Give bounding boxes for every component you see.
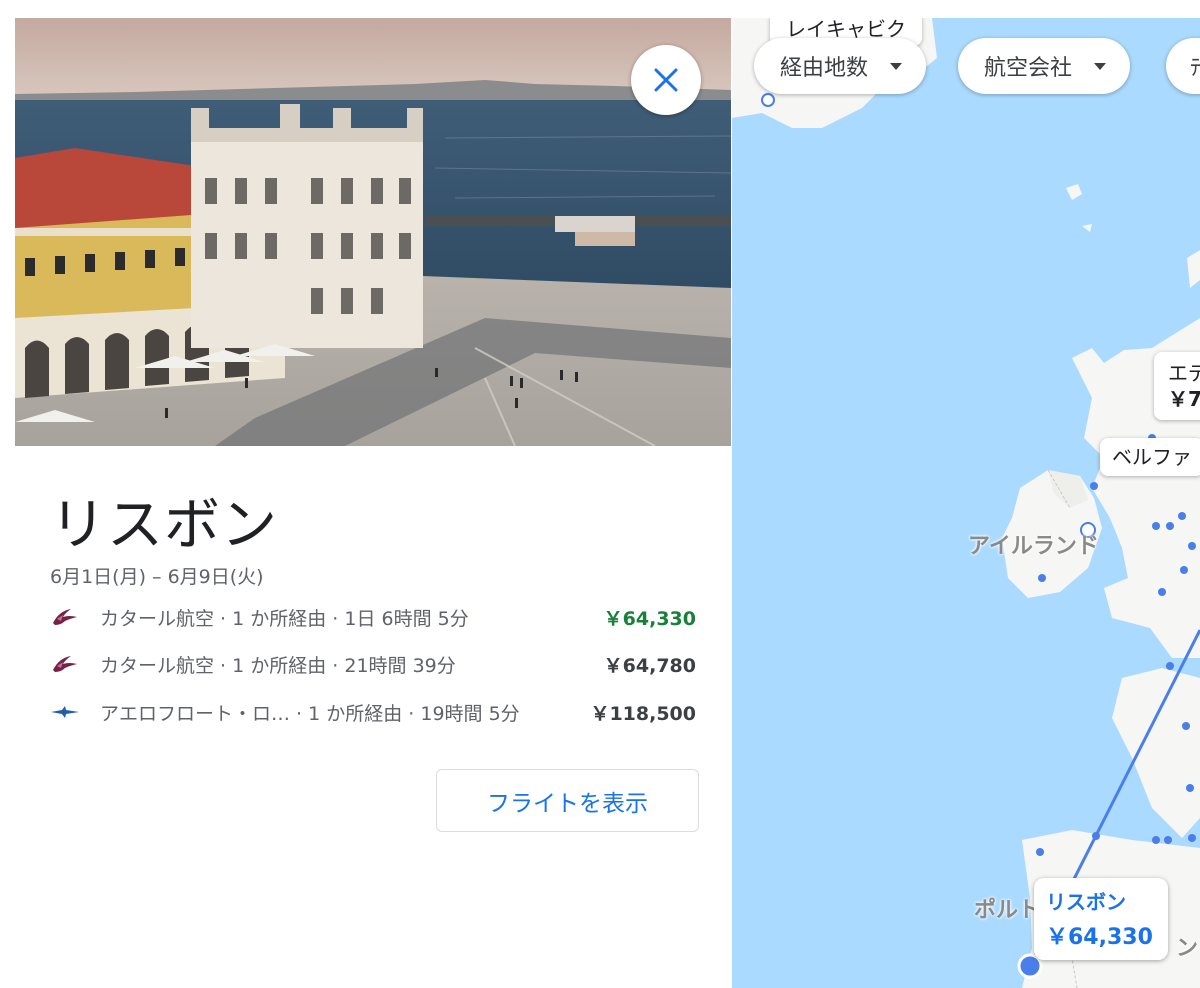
flight-summary: カタール航空 · 1 か所経由 · 21時間 39分	[100, 654, 456, 677]
destination-price: ￥7	[1168, 387, 1200, 411]
map-canvas[interactable]	[732, 18, 1200, 988]
stops-filter-chip[interactable]: 経由地数	[754, 38, 927, 94]
city-title: リスボン	[50, 493, 278, 558]
map-country-label: アイルランド	[968, 534, 1099, 559]
flight-option[interactable]: アエロフロート・ロ… · 1 か所経由 · 19時間 5分 ￥118,500	[50, 694, 696, 730]
destination-photo	[15, 18, 731, 446]
map-country-label: ン	[1176, 936, 1199, 961]
destination-card: リスボン 6月1日(月) – 6月9日(火) カタール航空 · 1 か所経由 ·…	[0, 0, 732, 988]
destination-name: リスボン	[1046, 890, 1126, 914]
flight-price: ￥64,330	[603, 607, 696, 630]
map-country-label: ポルト	[974, 898, 1041, 923]
flight-summary: アエロフロート・ロ… · 1 か所経由 · 19時間 5分	[100, 702, 520, 725]
filter-chip-label: ﾃ	[1190, 56, 1200, 81]
map-destination-label[interactable]: エデ ￥7	[1154, 352, 1200, 420]
lisbon-price-card[interactable]: リスボン ￥64,330	[1034, 878, 1168, 960]
close-icon	[654, 68, 678, 92]
trip-dates: 6月1日(月) – 6月9日(火)	[50, 566, 264, 588]
airline-filter-label: 航空会社	[984, 56, 1073, 81]
close-button[interactable]	[631, 45, 701, 115]
destination-price: ￥64,330	[1046, 925, 1153, 950]
destination-name: エデ	[1168, 361, 1200, 385]
qatar-airways-logo	[50, 604, 80, 630]
flight-price: ￥64,780	[603, 654, 696, 677]
flight-price: ￥118,500	[590, 702, 696, 725]
chevron-down-icon	[1094, 62, 1107, 70]
flight-option[interactable]: カタール航空 · 1 か所経由 · 1日 6時間 5分 ￥64,330	[50, 599, 696, 635]
airline-filter-chip[interactable]: 航空会社	[958, 38, 1131, 94]
map-panel[interactable]: レイキャビク 経由地数 航空会社 ﾃ エデ ￥7 ベルファ アイルランド ポルト…	[732, 18, 1200, 988]
qatar-airways-logo	[50, 651, 80, 677]
aeroflot-logo	[50, 699, 80, 725]
chevron-down-icon	[890, 62, 903, 70]
flight-option[interactable]: カタール航空 · 1 か所経由 · 21時間 39分 ￥64,780	[50, 646, 696, 682]
show-flights-button[interactable]: フライトを表示	[436, 769, 699, 832]
flight-summary: カタール航空 · 1 か所経由 · 1日 6時間 5分	[100, 607, 469, 630]
stops-filter-label: 経由地数	[780, 56, 869, 81]
map-city-label[interactable]: ベルファ	[1100, 438, 1200, 476]
